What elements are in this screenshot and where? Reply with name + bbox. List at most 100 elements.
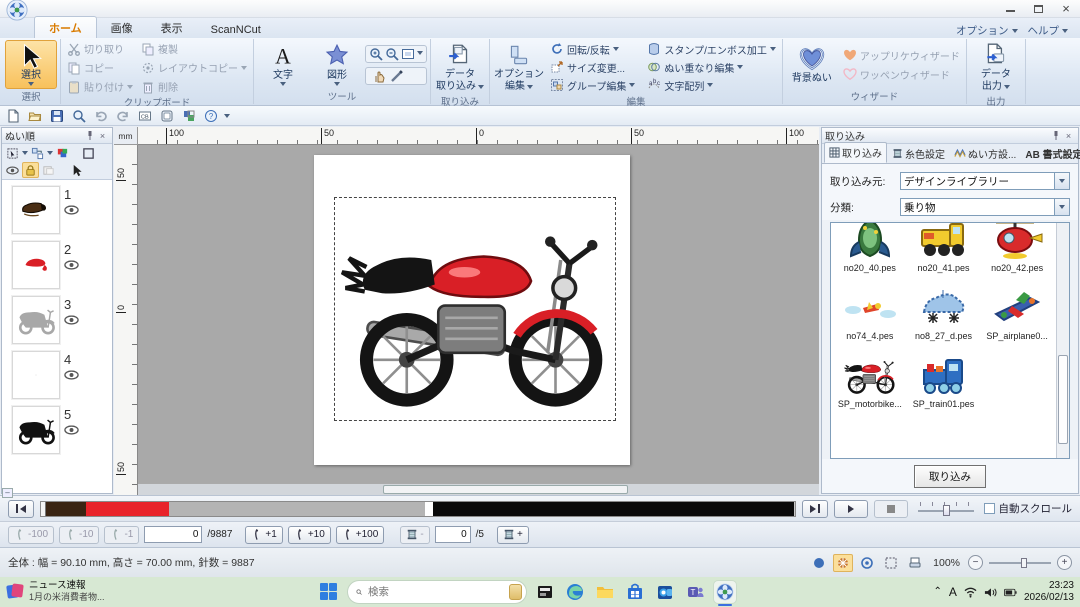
play-button[interactable] — [834, 500, 868, 518]
panel-pin-icon[interactable] — [1049, 130, 1062, 142]
save-button[interactable] — [48, 107, 66, 124]
paste-button[interactable]: 貼り付け — [64, 78, 136, 95]
tab-import[interactable]: 取り込み — [824, 142, 887, 163]
visibility-eye-icon[interactable] — [64, 370, 79, 380]
undo-button[interactable] — [92, 107, 110, 124]
zoom-slider[interactable] — [989, 557, 1051, 569]
stitch-view-button[interactable] — [809, 554, 829, 572]
library-item[interactable]: no20_42.pes — [980, 222, 1054, 277]
scrollbar-thumb[interactable] — [383, 485, 628, 494]
back-100-button[interactable]: -100 — [8, 526, 54, 544]
ime-mode-indicator[interactable]: A — [949, 585, 957, 599]
back-10-button[interactable]: -10 — [59, 526, 99, 544]
text-layout-button[interactable]: abc文字配列 — [644, 76, 778, 94]
background-sew-button[interactable]: 背景ぬい — [786, 40, 838, 89]
stop-button[interactable] — [874, 500, 908, 518]
zoom-out-icon[interactable] — [385, 47, 399, 61]
search-input[interactable] — [368, 586, 503, 598]
previous-thread-button[interactable]: - — [400, 526, 429, 544]
measure-pen-icon[interactable] — [390, 69, 404, 83]
text-tool-button[interactable]: A 文字 — [257, 40, 309, 89]
autoscroll-checkbox[interactable]: 自動スクロール — [984, 501, 1073, 516]
tab-view[interactable]: 表示 — [147, 17, 197, 38]
panel-close-icon[interactable]: × — [96, 130, 109, 142]
visibility-eye-icon[interactable] — [64, 260, 79, 270]
lock-icon[interactable] — [22, 162, 39, 178]
applique-wizard-button[interactable]: アップリケウィザード — [840, 47, 963, 64]
taskbar-icon-explorer[interactable] — [594, 581, 616, 603]
options-menu[interactable]: オプション — [956, 23, 1018, 38]
progress-handle[interactable] — [40, 501, 46, 517]
checkbox-box[interactable] — [984, 503, 995, 514]
stitch-progress-bar[interactable] — [40, 501, 796, 517]
stitch-number-field[interactable] — [144, 526, 202, 543]
forward-10-button[interactable]: +10 — [288, 526, 331, 544]
simulator-collapse-button[interactable]: – — [2, 488, 13, 498]
ime-keyboard-icon[interactable] — [509, 584, 522, 600]
library-item[interactable]: no20_41.pes — [907, 222, 981, 277]
taskbar-icon-outlook[interactable] — [654, 581, 676, 603]
select-arrow-icon[interactable] — [68, 162, 85, 178]
minimize-button[interactable] — [996, 1, 1024, 16]
canvas-horizontal-scrollbar[interactable] — [138, 483, 819, 495]
close-button[interactable]: × — [1052, 1, 1080, 16]
thread-number-field[interactable] — [435, 526, 471, 543]
layout-copy-button[interactable]: レイアウトコピー — [138, 59, 250, 76]
library-scrollbar[interactable] — [1056, 223, 1069, 458]
jump-to-start-button[interactable] — [8, 500, 34, 518]
library-item[interactable]: no20_40.pes — [833, 222, 907, 277]
data-import-button[interactable]: データ 取り込み — [434, 40, 486, 94]
taskbar-icon-store[interactable] — [624, 581, 646, 603]
tray-expand-icon[interactable]: ⌃ — [934, 586, 942, 597]
selection-frame-button[interactable] — [881, 554, 901, 572]
restore-button[interactable] — [1024, 1, 1052, 16]
help-button[interactable]: ? — [202, 107, 220, 124]
jump-to-end-button[interactable] — [802, 500, 828, 518]
rotate-flip-button[interactable]: 回転/反転 — [547, 40, 638, 58]
zoom-in-button[interactable]: + — [1057, 555, 1072, 570]
redo-button[interactable] — [114, 107, 132, 124]
zoom-button[interactable] — [70, 107, 88, 124]
reorder-icon[interactable] — [29, 145, 46, 161]
design-canvas[interactable]: mm 100 50 0 50 100 50 0 50 — [114, 127, 819, 495]
slider-knob[interactable] — [1021, 558, 1027, 568]
pan-hand-icon[interactable] — [372, 69, 386, 83]
frame-display-icon[interactable] — [80, 145, 97, 161]
sew-order-item[interactable]: 4 — [12, 351, 112, 399]
panel-pin-icon[interactable] — [83, 130, 96, 142]
zoom-out-button[interactable]: − — [968, 555, 983, 570]
tab-thread-color[interactable]: 糸色設定 — [888, 144, 949, 163]
combo-caret-icon[interactable] — [1054, 173, 1069, 189]
forward-100-button[interactable]: +100 — [336, 526, 385, 544]
combo-caret-icon[interactable] — [1054, 199, 1069, 215]
duplicate-button[interactable]: 複製 — [138, 40, 250, 57]
speed-slider[interactable] — [918, 502, 974, 516]
library-item[interactable]: no8_27_d.pes — [907, 277, 981, 345]
scrollbar-thumb[interactable] — [1058, 355, 1068, 444]
sew-order-item[interactable]: 2 — [12, 241, 112, 289]
jump-view-button[interactable] — [857, 554, 877, 572]
panel-close-icon[interactable]: × — [1062, 130, 1075, 142]
taskbar-icon-edge[interactable] — [564, 581, 586, 603]
tab-home[interactable]: ホーム — [34, 16, 97, 38]
visibility-eye-icon[interactable] — [64, 205, 79, 215]
show-hide-eye-icon[interactable] — [4, 162, 21, 178]
select-tool-button[interactable]: 選択 — [5, 40, 57, 89]
visibility-eye-icon[interactable] — [64, 315, 79, 325]
taskbar-icon-teams[interactable]: T — [684, 581, 706, 603]
overlap-edit-button[interactable]: ぬい重なり編集 — [644, 58, 778, 76]
select-frame-icon[interactable] — [4, 145, 21, 161]
tab-sew-settings[interactable]: ぬい方設... — [950, 144, 1020, 163]
app-logo-icon[interactable] — [6, 0, 28, 21]
selection-rectangle[interactable] — [334, 197, 616, 421]
sew-order-item[interactable]: 5 — [12, 406, 112, 454]
realistic-view-button[interactable] — [833, 554, 853, 572]
import-from-select[interactable]: デザインライブラリー — [900, 172, 1070, 190]
shape-tool-button[interactable]: 図形 — [311, 40, 363, 89]
visibility-eye-icon[interactable] — [64, 425, 79, 435]
stamp-emboss-button[interactable]: スタンプ/エンボス加工 — [644, 40, 778, 58]
data-output-button[interactable]: データ 出力 — [970, 40, 1022, 94]
library-item[interactable]: SP_airplane0... — [980, 277, 1054, 345]
cut-button[interactable]: 切り取り — [64, 40, 136, 57]
option-edit-button[interactable]: オプション 編集 — [493, 40, 545, 94]
